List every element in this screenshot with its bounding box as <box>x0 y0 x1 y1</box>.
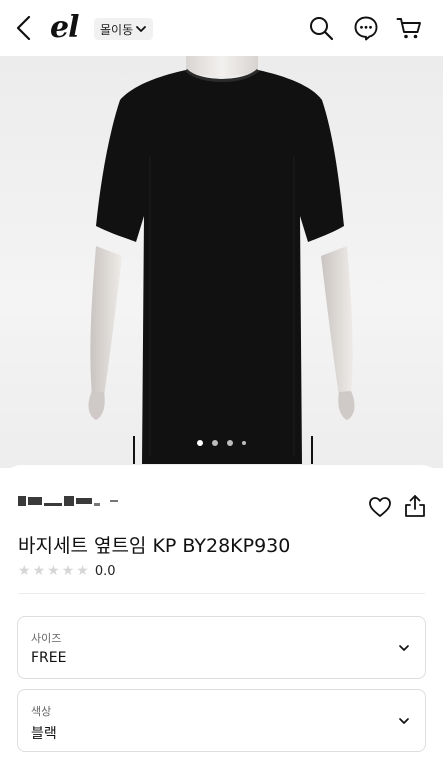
mall-switch-button[interactable]: 몰이동 <box>94 18 154 40</box>
carousel-indicator <box>0 440 443 446</box>
wishlist-heart-icon[interactable] <box>368 495 392 519</box>
size-option-label: 사이즈 <box>31 632 62 645</box>
color-option-value: 블랙 <box>31 726 57 742</box>
chat-icon[interactable] <box>353 15 379 41</box>
carousel-dot-3[interactable] <box>227 440 233 446</box>
brand-name-redacted <box>18 495 118 507</box>
star-icon: ★ <box>61 563 75 579</box>
mall-switch-label: 몰이동 <box>100 22 134 37</box>
star-icon: ★ <box>18 563 31 579</box>
size-option-value: FREE <box>31 650 67 666</box>
carousel-dot-1[interactable] <box>197 440 203 446</box>
cart-icon[interactable] <box>396 15 422 41</box>
app-header: el 몰이동 <box>0 0 443 56</box>
product-image-carousel[interactable] <box>0 56 443 468</box>
carousel-dot-2[interactable] <box>212 440 218 446</box>
product-rating[interactable]: ★ ★ ★ ★ ★ 0.0 <box>18 563 116 579</box>
carousel-dot-4[interactable] <box>242 441 246 445</box>
size-option-select[interactable]: 사이즈 FREE <box>17 616 426 679</box>
star-icon: ★ <box>32 563 46 579</box>
star-icon: ★ <box>47 563 60 579</box>
brand-logo[interactable]: el <box>50 9 80 47</box>
chevron-down-icon <box>399 718 409 724</box>
rating-value: 0.0 <box>94 563 116 579</box>
color-option-select[interactable]: 색상 블랙 <box>17 689 426 752</box>
color-option-label: 색상 <box>31 705 52 718</box>
star-icon: ★ <box>76 563 89 579</box>
divider <box>18 593 425 594</box>
product-info-sheet: 바지세트 옆트임 KP BY28KP930 ★ ★ ★ ★ ★ 0.0 사이즈 … <box>0 465 443 764</box>
back-icon[interactable] <box>12 14 36 42</box>
product-title: 바지세트 옆트임 KP BY28KP930 <box>18 535 291 557</box>
product-image <box>88 56 355 464</box>
chevron-down-icon <box>136 26 147 32</box>
search-icon[interactable] <box>308 15 334 41</box>
chevron-down-icon <box>399 645 409 651</box>
share-icon[interactable] <box>404 494 426 518</box>
